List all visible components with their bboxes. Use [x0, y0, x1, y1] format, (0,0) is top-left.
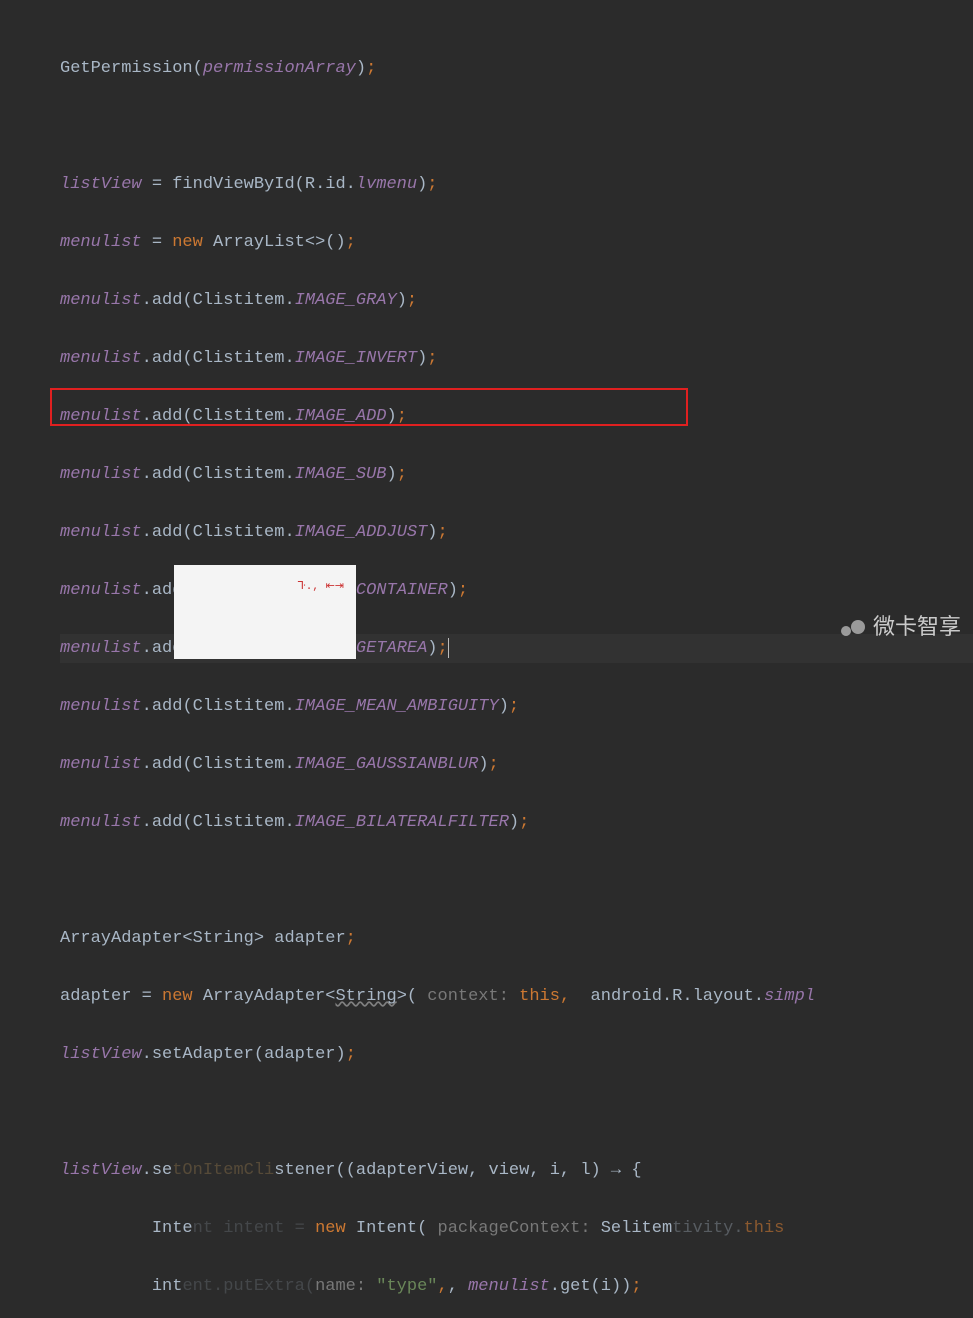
code-line: menulist.add(Clistitem.IMAGE_GAUSSIANBLU…	[60, 750, 973, 779]
watermark: 微卡智享	[841, 612, 961, 641]
wechat-icon	[841, 616, 867, 638]
code-line: menulist.add(Clistitem.IMAGE_INVERT);	[60, 344, 973, 373]
code-line	[60, 866, 973, 895]
code-line: listView = findViewById(R.id.lvmenu);	[60, 170, 973, 199]
code-line: listView.setOnItemClistener((adapterView…	[60, 1156, 973, 1185]
code-line: adapter = new ArrayAdapter<String>( cont…	[60, 982, 973, 1011]
code-line: menulist.add(Clistitem.IMAGE_BILATERALFI…	[60, 808, 973, 837]
watermark-text: 微卡智享	[873, 612, 961, 641]
code-line: menulist.add(Clistitem.IMAGE_CONTAINER);	[60, 576, 973, 605]
code-editor[interactable]: GetPermission(permissionArray); listView…	[0, 0, 973, 1318]
code-line: listView.setAdapter(adapter);	[60, 1040, 973, 1069]
text-caret	[448, 638, 449, 658]
code-line	[60, 1098, 973, 1127]
code-line: Intent intent = new Intent( packageConte…	[60, 1214, 973, 1243]
code-line: intent.putExtra(name: "type",, menulist.…	[60, 1272, 973, 1301]
code-line: menulist.add(Clistitem.IMAGE_GRAY);	[60, 286, 973, 315]
code-line: GetPermission(permissionArray);	[60, 54, 973, 83]
code-line: ArrayAdapter<String> adapter;	[60, 924, 973, 953]
code-line: menulist.add(Clistitem.IMAGE_ADD);	[60, 402, 973, 431]
code-line: menulist.add(Clistitem.IMAGE_ADDJUST);	[60, 518, 973, 547]
code-line: menulist.add(Clistitem.IMAGE_SUB);	[60, 460, 973, 489]
code-line	[60, 112, 973, 141]
code-line: menulist.add(Clistitem.IMAGE_MEAN_AMBIGU…	[60, 692, 973, 721]
code-line: menulist = new ArrayList<>();	[60, 228, 973, 257]
